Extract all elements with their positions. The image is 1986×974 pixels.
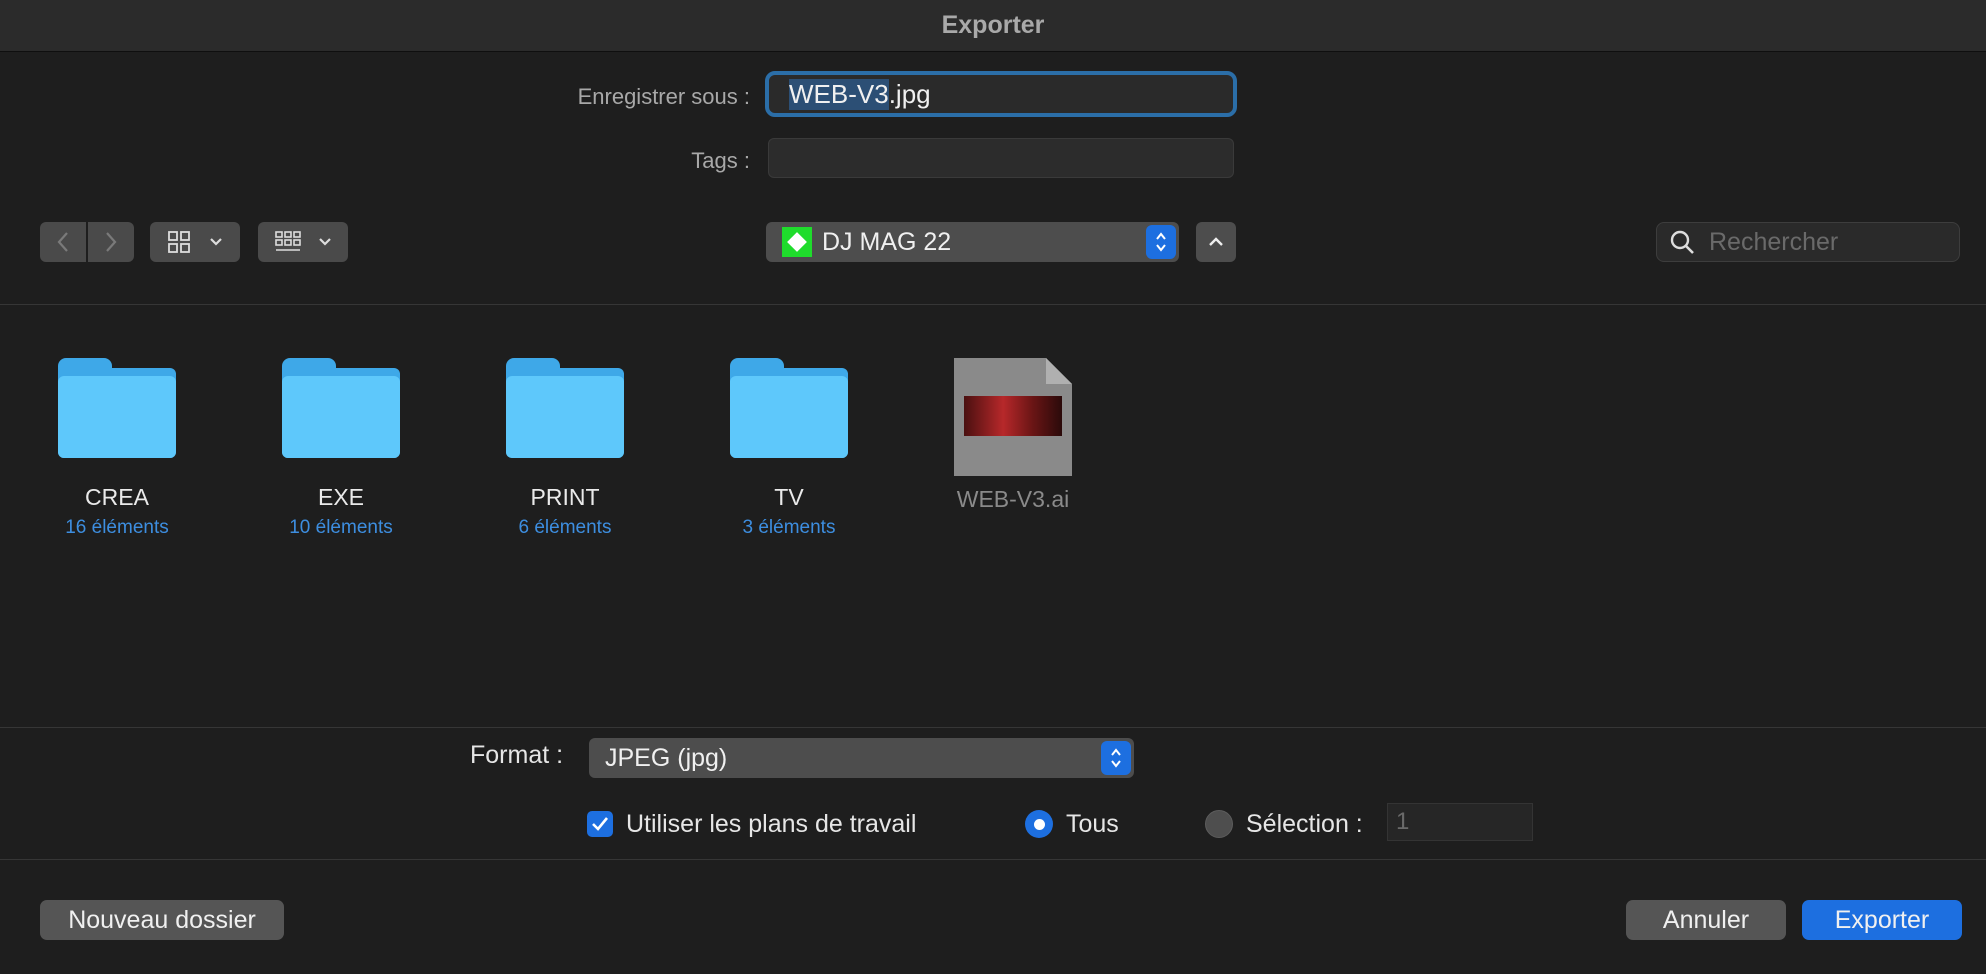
- search-input[interactable]: [1709, 227, 1949, 257]
- location-popup[interactable]: DJ MAG 22: [766, 222, 1179, 262]
- chevron-right-icon: [106, 232, 117, 252]
- format-value: JPEG (jpg): [605, 743, 728, 772]
- folder-icon: [506, 358, 624, 458]
- folder-icon: [730, 358, 848, 458]
- window-title: Exporter: [941, 11, 1045, 39]
- chevron-left-icon: [57, 232, 68, 252]
- folder-icon: [58, 358, 176, 458]
- export-dialog: Exporter Enregistrer sous : WEB-V3 .jpg T…: [0, 0, 1986, 974]
- selection-radio[interactable]: [1205, 810, 1233, 838]
- document-name: WEB-V3.ai: [956, 486, 1070, 512]
- checkmark-icon: [592, 817, 609, 831]
- use-artboards-label: Utiliser les plans de travail: [626, 810, 917, 838]
- selection-range-field[interactable]: 1: [1387, 803, 1533, 841]
- chevron-down-icon: [210, 238, 222, 246]
- popup-stepper-icon: [1146, 225, 1176, 259]
- ai-document-icon: [954, 358, 1072, 476]
- view-mode-button[interactable]: [150, 222, 240, 262]
- format-label: Format :: [470, 741, 564, 769]
- folder-item[interactable]: PRINT 6 éléments: [480, 358, 650, 539]
- browser-divider: [0, 727, 1986, 728]
- location-color-icon: [782, 227, 812, 257]
- save-as-field[interactable]: WEB-V3 .jpg: [765, 71, 1237, 117]
- grid-icon: [168, 231, 190, 253]
- save-as-selected-text: WEB-V3: [789, 78, 889, 110]
- tags-label: Tags :: [691, 148, 750, 173]
- folder-icon: [282, 358, 400, 458]
- folder-name: TV: [774, 484, 804, 510]
- all-radio[interactable]: [1025, 810, 1053, 838]
- location-name: DJ MAG 22: [822, 227, 952, 256]
- forward-button[interactable]: [88, 222, 134, 262]
- folder-count: 10 éléments: [289, 517, 393, 538]
- toolbar-divider: [0, 304, 1986, 305]
- back-button[interactable]: [40, 222, 86, 262]
- format-popup[interactable]: JPEG (jpg): [589, 738, 1134, 778]
- save-as-label: Enregistrer sous :: [577, 84, 750, 109]
- options-divider: [0, 859, 1986, 860]
- document-item[interactable]: WEB-V3.ai: [928, 358, 1098, 513]
- search-icon: [1670, 230, 1694, 254]
- folder-item[interactable]: CREA 16 éléments: [32, 358, 202, 539]
- new-folder-button[interactable]: Nouveau dossier: [40, 900, 284, 940]
- use-artboards-checkbox[interactable]: [587, 811, 613, 837]
- all-label: Tous: [1066, 810, 1119, 838]
- folder-item[interactable]: EXE 10 éléments: [256, 358, 426, 539]
- folder-name: PRINT: [530, 484, 600, 510]
- folder-item[interactable]: TV 3 éléments: [704, 358, 874, 539]
- group-grid-icon: [275, 231, 301, 251]
- folder-name: EXE: [317, 484, 365, 510]
- folder-count: 6 éléments: [518, 517, 612, 538]
- collapse-button[interactable]: [1196, 222, 1236, 262]
- chevron-down-icon: [319, 238, 331, 246]
- export-button[interactable]: Exporter: [1802, 900, 1962, 940]
- chevron-up-icon: [1209, 237, 1223, 246]
- title-bar: Exporter: [0, 0, 1986, 52]
- save-as-extension: .jpg: [888, 78, 931, 109]
- folder-count: 3 éléments: [742, 517, 836, 538]
- folder-count: 16 éléments: [65, 517, 169, 538]
- popup-stepper-icon: [1101, 741, 1131, 775]
- cancel-button[interactable]: Annuler: [1626, 900, 1786, 940]
- search-box[interactable]: [1656, 222, 1960, 262]
- folder-name: CREA: [85, 484, 149, 510]
- tags-field[interactable]: [768, 138, 1234, 178]
- selection-label: Sélection :: [1246, 810, 1363, 838]
- group-mode-button[interactable]: [258, 222, 348, 262]
- history-nav: [40, 222, 134, 262]
